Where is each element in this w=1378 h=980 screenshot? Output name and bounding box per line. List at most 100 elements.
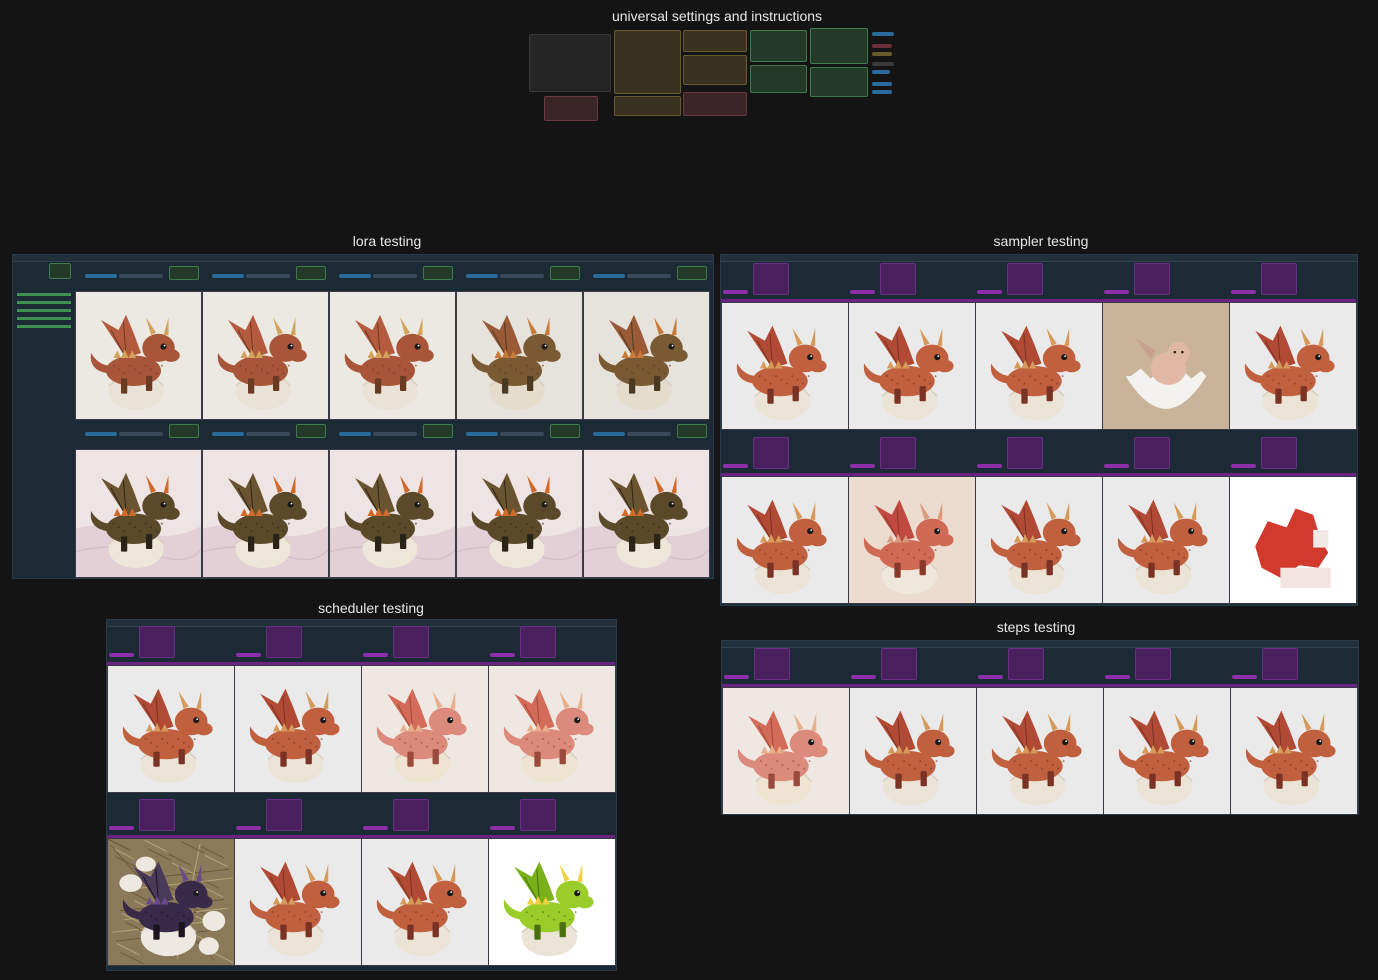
setting-pill[interactable]: [977, 290, 1002, 294]
generated-image-thumbnail[interactable]: [1103, 687, 1231, 814]
instructions-note-node[interactable]: [529, 34, 611, 92]
lora-loader-node[interactable]: [549, 266, 580, 280]
lora-select[interactable]: [246, 432, 291, 436]
lora-select[interactable]: [246, 274, 291, 278]
prompt-node[interactable]: [614, 30, 681, 94]
generated-image-thumbnail[interactable]: [361, 665, 489, 793]
settings-node[interactable]: [683, 30, 747, 52]
strength-slider[interactable]: [593, 274, 625, 278]
settings-node[interactable]: [750, 30, 807, 62]
lora-select[interactable]: [119, 432, 164, 436]
setting-pill[interactable]: [490, 653, 515, 657]
generated-image-thumbnail[interactable]: [361, 838, 489, 966]
setting-pill[interactable]: [109, 826, 134, 830]
value-pill[interactable]: [872, 70, 890, 74]
group-title-universal[interactable]: universal settings and instructions: [612, 8, 822, 24]
group-title-sampler[interactable]: sampler testing: [994, 233, 1089, 249]
ksampler-node[interactable]: [1260, 437, 1297, 469]
setting-pill[interactable]: [236, 826, 261, 830]
setting-pill[interactable]: [1104, 290, 1129, 294]
setting-pill[interactable]: [724, 675, 749, 679]
lora-loader-node[interactable]: [295, 266, 326, 280]
group-title-steps[interactable]: steps testing: [997, 619, 1076, 635]
lora-select[interactable]: [373, 432, 418, 436]
ksampler-node[interactable]: [752, 437, 789, 469]
ksampler-node[interactable]: [138, 626, 175, 658]
scheduler-testing-group[interactable]: [106, 619, 617, 971]
ksampler-node[interactable]: [879, 437, 916, 469]
generated-image-thumbnail[interactable]: [1229, 302, 1357, 430]
ksampler-node[interactable]: [1261, 648, 1298, 680]
generated-image-thumbnail[interactable]: [75, 291, 202, 420]
generated-image-thumbnail[interactable]: [488, 665, 616, 793]
ksampler-node[interactable]: [752, 263, 789, 295]
ksampler-node[interactable]: [519, 626, 556, 658]
setting-pill[interactable]: [978, 675, 1003, 679]
value-pill[interactable]: [872, 44, 892, 48]
settings-node[interactable]: [614, 96, 681, 116]
value-pill[interactable]: [872, 90, 892, 94]
setting-pill[interactable]: [723, 464, 748, 468]
strength-slider[interactable]: [466, 432, 498, 436]
generated-image-thumbnail[interactable]: [488, 838, 616, 966]
steps-testing-group[interactable]: [721, 640, 1359, 815]
generated-image-thumbnail[interactable]: [1230, 687, 1358, 814]
settings-node[interactable]: [810, 67, 868, 97]
generated-image-thumbnail[interactable]: [202, 291, 329, 420]
generated-image-thumbnail[interactable]: [848, 476, 976, 604]
lora-loader-node[interactable]: [422, 424, 453, 438]
setting-pill[interactable]: [851, 675, 876, 679]
ksampler-node[interactable]: [519, 799, 556, 831]
lora-testing-group[interactable]: [12, 254, 714, 579]
setting-pill[interactable]: [1232, 675, 1257, 679]
ksampler-node[interactable]: [880, 648, 917, 680]
ksampler-node[interactable]: [1133, 263, 1170, 295]
generated-image-thumbnail[interactable]: [976, 687, 1104, 814]
sidebar-setting-bar[interactable]: [17, 317, 71, 320]
generated-image-thumbnail[interactable]: [202, 449, 329, 578]
ksampler-node[interactable]: [1260, 263, 1297, 295]
generated-image-thumbnail[interactable]: [975, 476, 1103, 604]
lora-loader-node[interactable]: [676, 424, 707, 438]
value-pill[interactable]: [872, 52, 892, 56]
generated-image-thumbnail[interactable]: [456, 449, 583, 578]
generated-image-thumbnail[interactable]: [329, 449, 456, 578]
sidebar-setting-bar[interactable]: [17, 325, 71, 328]
ksampler-node[interactable]: [265, 626, 302, 658]
ksampler-node[interactable]: [138, 799, 175, 831]
ksampler-node[interactable]: [1006, 437, 1043, 469]
sidebar-setting-bar[interactable]: [17, 301, 71, 304]
strength-slider[interactable]: [339, 274, 371, 278]
lora-loader-node[interactable]: [168, 424, 199, 438]
generated-image-thumbnail[interactable]: [107, 838, 235, 966]
generated-image-thumbnail[interactable]: [1102, 302, 1230, 430]
generated-image-thumbnail[interactable]: [583, 449, 710, 578]
generated-image-thumbnail[interactable]: [456, 291, 583, 420]
ksampler-node[interactable]: [265, 799, 302, 831]
ksampler-node[interactable]: [1134, 648, 1171, 680]
generated-image-thumbnail[interactable]: [848, 302, 976, 430]
setting-pill[interactable]: [1231, 290, 1256, 294]
ksampler-node[interactable]: [753, 648, 790, 680]
strength-slider[interactable]: [212, 274, 244, 278]
generated-image-thumbnail[interactable]: [583, 291, 710, 420]
lora-select[interactable]: [500, 432, 545, 436]
sidebar-setting-bar[interactable]: [17, 309, 71, 312]
lora-loader-node[interactable]: [168, 266, 199, 280]
strength-slider[interactable]: [466, 274, 498, 278]
strength-slider[interactable]: [85, 274, 117, 278]
generated-image-thumbnail[interactable]: [721, 302, 849, 430]
sidebar-setting-bar[interactable]: [17, 293, 71, 296]
setting-pill[interactable]: [1231, 464, 1256, 468]
value-pill[interactable]: [872, 82, 892, 86]
group-title-lora[interactable]: lora testing: [353, 233, 421, 249]
setting-pill[interactable]: [1104, 464, 1129, 468]
ksampler-node[interactable]: [1007, 648, 1044, 680]
setting-pill[interactable]: [363, 826, 388, 830]
setting-pill[interactable]: [977, 464, 1002, 468]
generated-image-thumbnail[interactable]: [1229, 476, 1357, 604]
lora-loader-node[interactable]: [676, 266, 707, 280]
setting-pill[interactable]: [236, 653, 261, 657]
setting-pill[interactable]: [109, 653, 134, 657]
lora-select[interactable]: [500, 274, 545, 278]
